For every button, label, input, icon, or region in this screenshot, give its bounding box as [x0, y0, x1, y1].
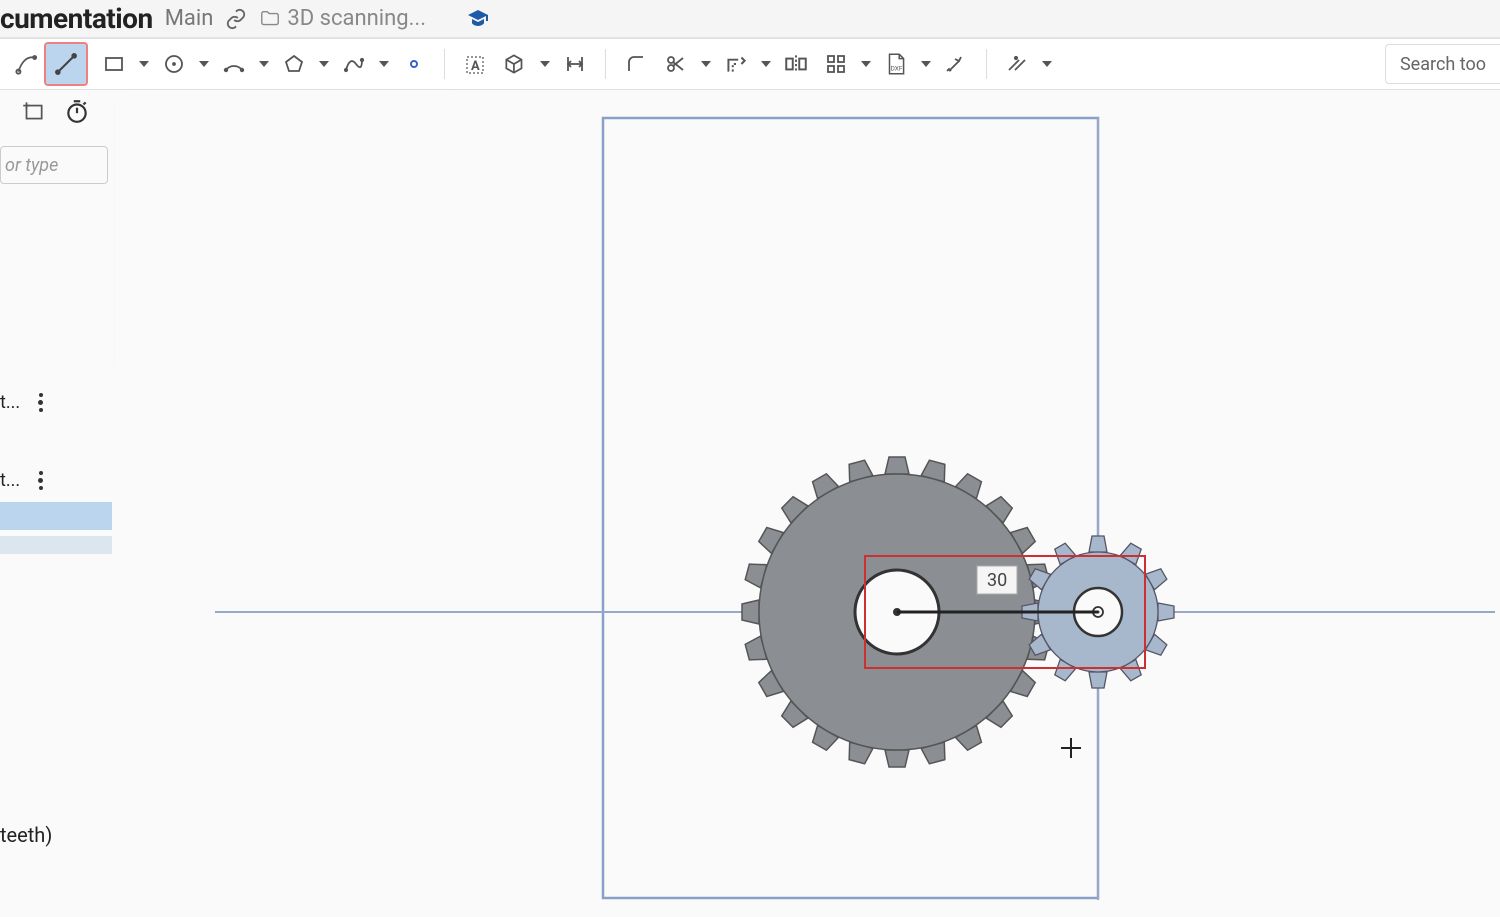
branch-name[interactable]: Main [165, 6, 214, 31]
circle-dropdown[interactable] [194, 61, 214, 67]
offset-dropdown[interactable] [756, 61, 776, 67]
point-tool[interactable] [394, 44, 434, 84]
sketch-icon[interactable] [6, 44, 46, 84]
insert-feature-icon[interactable] [20, 98, 46, 128]
text-tool[interactable]: A [455, 44, 495, 84]
offset-tool[interactable] [716, 44, 756, 84]
arc-tool[interactable] [214, 44, 254, 84]
search-tools-input[interactable]: Search too [1385, 44, 1500, 84]
spline-tool[interactable] [334, 44, 374, 84]
feature-search-input[interactable]: or type [0, 146, 108, 184]
circle-tool[interactable] [154, 44, 194, 84]
link-icon[interactable] [225, 8, 247, 30]
constraint-dropdown[interactable] [1037, 61, 1057, 67]
more-icon[interactable] [38, 471, 43, 490]
folder-breadcrumb[interactable]: 3D scanning... [287, 6, 426, 31]
pattern-tool[interactable] [816, 44, 856, 84]
dimension-label[interactable]: 30 [987, 570, 1007, 591]
part-label-fragment: teeth) [0, 823, 52, 847]
polygon-tool[interactable] [274, 44, 314, 84]
constraint-tool[interactable] [997, 44, 1037, 84]
trim-dropdown[interactable] [696, 61, 716, 67]
dimension-tool[interactable] [555, 44, 595, 84]
line-tool[interactable] [46, 44, 86, 84]
trim-tool[interactable] [656, 44, 696, 84]
fillet-tool[interactable] [616, 44, 656, 84]
feature-item[interactable]: t... [0, 470, 30, 491]
folder-icon [259, 8, 281, 30]
toolbar-separator [605, 49, 606, 79]
sketch-toolbar: A DXF Search too [0, 38, 1500, 90]
feature-tree-column [0, 90, 115, 136]
rectangle-dropdown[interactable] [134, 61, 154, 67]
dxf-tool[interactable]: DXF [876, 44, 916, 84]
toolbar-separator [986, 49, 987, 79]
plane-tool[interactable] [495, 44, 535, 84]
more-icon[interactable] [38, 393, 43, 412]
stopwatch-icon[interactable] [64, 98, 90, 128]
image-tool[interactable] [936, 44, 976, 84]
mirror-tool[interactable] [776, 44, 816, 84]
feature-item[interactable]: t... [0, 392, 30, 413]
spline-dropdown[interactable] [374, 61, 394, 67]
polygon-dropdown[interactable] [314, 61, 334, 67]
svg-text:A: A [471, 59, 480, 74]
app-header: cumentation Main 3D scanning... [0, 0, 1500, 38]
plane-dropdown[interactable] [535, 61, 555, 67]
toolbar-separator [444, 49, 445, 79]
document-title: cumentation [0, 2, 153, 35]
learning-center-icon[interactable] [466, 7, 490, 31]
feature-label: t... [0, 470, 20, 491]
svg-text:DXF: DXF [891, 65, 903, 73]
arc-dropdown[interactable] [254, 61, 274, 67]
rollback-bar[interactable] [0, 536, 112, 554]
pattern-dropdown[interactable] [856, 61, 876, 67]
sketch-canvas[interactable]: 30 [115, 90, 1500, 917]
dxf-dropdown[interactable] [916, 61, 936, 67]
feature-label: t... [0, 392, 20, 413]
selected-feature-highlight[interactable] [0, 502, 112, 530]
rectangle-tool[interactable] [94, 44, 134, 84]
